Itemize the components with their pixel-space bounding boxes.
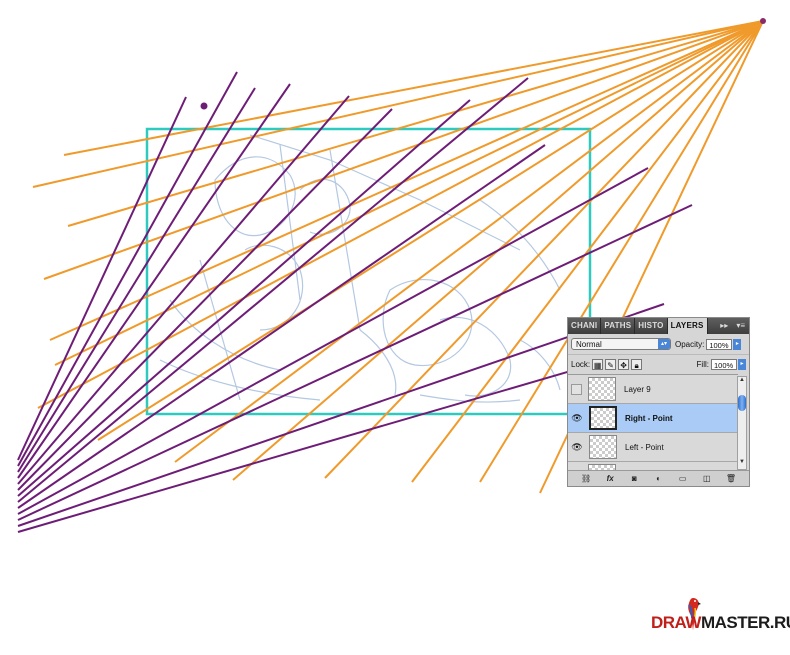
link-layers-icon[interactable]: ⛓ bbox=[580, 474, 592, 483]
layer-row[interactable]: 👁︎ Left - Point bbox=[568, 433, 738, 462]
fx-icon[interactable]: fx bbox=[604, 474, 616, 483]
tab-paths[interactable]: PATHS bbox=[601, 318, 636, 334]
panel-footer: ⛓ fx ◙ ◐ ▭ ◫ 🗑︎ bbox=[568, 470, 749, 486]
purple-line-6 bbox=[17, 99, 471, 497]
orange-line-2 bbox=[67, 20, 764, 227]
opacity-input[interactable]: 100% bbox=[706, 338, 733, 350]
orange-line-3 bbox=[43, 20, 764, 280]
fill-input[interactable]: 100% bbox=[711, 358, 737, 370]
blend-mode-value: Normal bbox=[576, 340, 602, 349]
layer-row[interactable]: Layer 9 bbox=[568, 375, 738, 404]
layer-thumbnail bbox=[589, 406, 617, 430]
purple-line-1 bbox=[17, 71, 238, 467]
logo-text-draw: DRAW bbox=[651, 613, 701, 632]
tab-layers[interactable]: LAYERS bbox=[667, 318, 708, 334]
scroll-up-icon[interactable]: ▲ bbox=[738, 377, 746, 387]
purple-line-3 bbox=[17, 83, 291, 479]
double-chevron-right-icon[interactable]: ▸▸ bbox=[716, 318, 732, 334]
layer-name: Right - Point bbox=[625, 413, 673, 423]
lock-all-icon[interactable]: 🔒︎ bbox=[631, 358, 643, 370]
layers-panel: CHANI PATHS HISTO LAYERS ▸▸ ▾≡ Normal ▴▾… bbox=[567, 317, 750, 487]
layer-thumbnail bbox=[589, 435, 617, 459]
layer-name: Layer 9 bbox=[624, 384, 651, 394]
scroll-thumb[interactable] bbox=[738, 395, 746, 411]
layer-thumbnail bbox=[588, 377, 616, 401]
orange-line-4 bbox=[49, 20, 764, 341]
tab-channels[interactable]: CHANI bbox=[568, 318, 602, 334]
layer-mask-icon[interactable]: ◙ bbox=[628, 474, 640, 483]
lock-row: Lock: ▦ ✎ ✥ 🔒︎ Fill: 100% ▸ bbox=[568, 354, 749, 373]
blend-row: Normal ▴▾ Opacity: 100% ▸ bbox=[568, 334, 749, 354]
vanishing-point-right[interactable] bbox=[760, 18, 766, 24]
layer-row-selected[interactable]: 👁︎ Right - Point bbox=[568, 404, 738, 433]
panel-tabs: CHANI PATHS HISTO LAYERS ▸▸ ▾≡ bbox=[568, 318, 749, 334]
logo-text-master: MASTER.RU bbox=[700, 613, 790, 632]
purple-line-8 bbox=[17, 144, 546, 509]
fill-dropdown-icon[interactable]: ▸ bbox=[738, 358, 746, 370]
lock-label: Lock: bbox=[571, 359, 591, 369]
layers-list: Layer 9 👁︎ Right - Point 👁︎ Left - Point bbox=[568, 374, 738, 471]
panel-menu-icon[interactable]: ▾≡ bbox=[732, 318, 749, 334]
eye-icon[interactable]: 👁︎ bbox=[571, 441, 583, 453]
lock-image-icon[interactable]: ✎ bbox=[605, 358, 617, 370]
eye-icon[interactable]: 👁︎ bbox=[571, 412, 583, 424]
new-group-icon[interactable]: ▭ bbox=[677, 474, 689, 483]
adjustment-layer-icon[interactable]: ◐ bbox=[652, 474, 664, 483]
purple-line-12 bbox=[17, 344, 661, 533]
site-logo: DRAWMASTER.RU bbox=[651, 613, 790, 633]
layers-scrollbar[interactable]: ▲ ▼ bbox=[737, 376, 747, 470]
blend-mode-select[interactable]: Normal ▴▾ bbox=[571, 338, 671, 350]
opacity-dropdown-icon[interactable]: ▸ bbox=[733, 338, 742, 350]
fill-label: Fill: bbox=[696, 359, 709, 369]
layer-name: Left - Point bbox=[625, 442, 664, 452]
lock-position-icon[interactable]: ✥ bbox=[618, 358, 630, 370]
opacity-label: Opacity: bbox=[675, 339, 705, 349]
select-arrows-icon: ▴▾ bbox=[658, 339, 670, 349]
trash-icon[interactable]: 🗑︎ bbox=[725, 474, 737, 483]
scroll-down-icon[interactable]: ▼ bbox=[738, 459, 746, 469]
visibility-toggle-off[interactable] bbox=[571, 383, 582, 395]
vanishing-point-dot bbox=[200, 102, 208, 110]
new-layer-icon[interactable]: ◫ bbox=[701, 474, 713, 483]
lock-transparency-icon[interactable]: ▦ bbox=[592, 358, 604, 370]
tab-history[interactable]: HISTO bbox=[635, 318, 668, 334]
